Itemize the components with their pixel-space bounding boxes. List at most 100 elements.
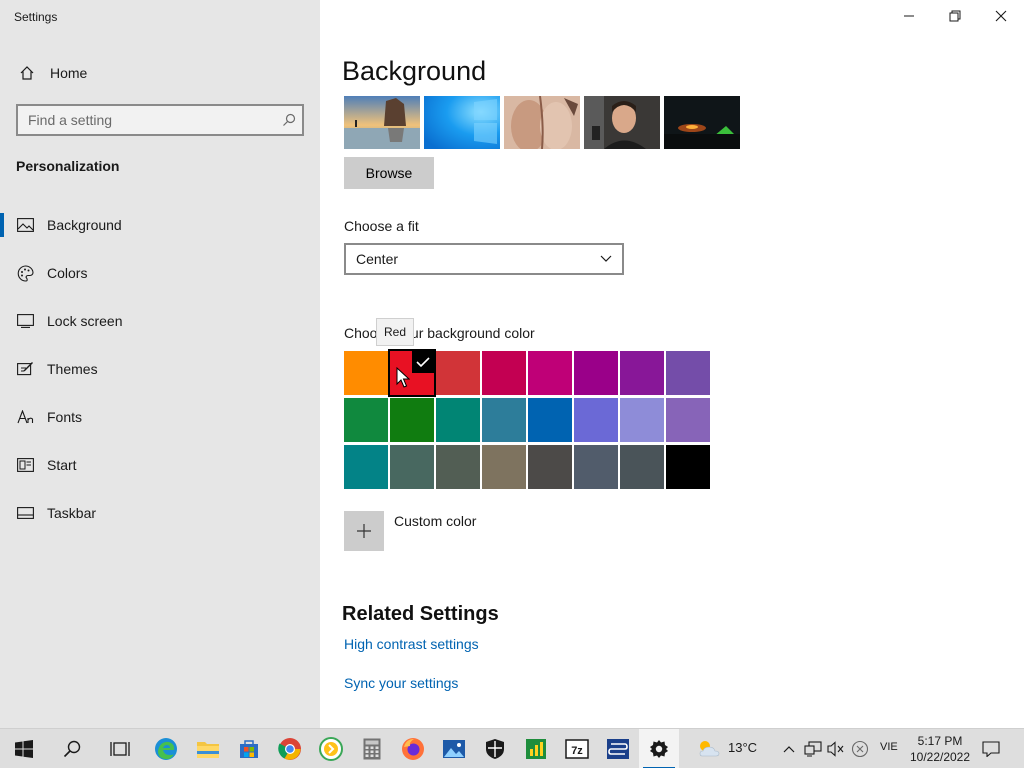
- sidebar: Settings Home Personalization Background…: [0, 0, 320, 728]
- start-button[interactable]: [4, 729, 44, 768]
- sidebar-item-start[interactable]: Start: [0, 445, 320, 485]
- browse-button[interactable]: Browse: [344, 157, 434, 189]
- network-icon[interactable]: [803, 739, 823, 759]
- sidebar-item-background[interactable]: Background: [0, 205, 320, 245]
- volume-muted-icon[interactable]: [826, 739, 846, 759]
- sidebar-item-fonts[interactable]: Fonts: [0, 397, 320, 437]
- color-swatch[interactable]: [620, 398, 664, 442]
- tooltip: Red: [376, 318, 414, 346]
- recent-image-night[interactable]: [664, 96, 740, 149]
- calculator-app[interactable]: [352, 729, 392, 768]
- chrome-app[interactable]: [270, 729, 310, 768]
- color-swatch[interactable]: [436, 398, 480, 442]
- recent-image-windows[interactable]: [424, 96, 500, 149]
- weather-temperature[interactable]: 13°C: [728, 740, 757, 755]
- color-swatch[interactable]: [620, 351, 664, 395]
- firefox-icon: [402, 738, 424, 760]
- minimize-button[interactable]: [886, 0, 932, 32]
- store-icon: [240, 740, 258, 758]
- app-green-icon: [526, 739, 546, 759]
- 7zip-app[interactable]: 7z: [557, 729, 597, 768]
- calculator-icon: [363, 738, 381, 760]
- custom-color-label: Custom color: [394, 513, 477, 529]
- clock[interactable]: 5:17 PM 10/22/2022: [906, 733, 974, 765]
- color-swatch[interactable]: [390, 445, 434, 489]
- color-swatch[interactable]: [482, 398, 526, 442]
- color-swatch[interactable]: [436, 351, 480, 395]
- custom-color-button[interactable]: [344, 511, 384, 551]
- photos-icon: [443, 740, 465, 758]
- status-x-icon[interactable]: [850, 739, 870, 759]
- notification-icon[interactable]: [981, 739, 1001, 759]
- search-input[interactable]: [18, 112, 276, 128]
- firefox-app[interactable]: [393, 729, 433, 768]
- clock-date: 10/22/2022: [909, 750, 971, 764]
- app-title: Settings: [14, 10, 58, 24]
- weather-icon[interactable]: [696, 739, 722, 759]
- coccoc-icon: [319, 737, 343, 761]
- close-button[interactable]: [978, 0, 1024, 32]
- restore-button[interactable]: [932, 0, 978, 32]
- clock-time: 5:17 PM: [917, 734, 963, 748]
- chevron-up-icon[interactable]: [779, 739, 799, 759]
- taskbar-search-button[interactable]: [52, 729, 92, 768]
- color-swatch[interactable]: [666, 351, 710, 395]
- sidebar-item-label: Fonts: [47, 409, 83, 425]
- windows-start-icon: [15, 740, 33, 758]
- color-swatch[interactable]: [344, 398, 388, 442]
- recent-image-portrait[interactable]: [584, 96, 660, 149]
- home-label: Home: [50, 65, 88, 81]
- coccoc-app[interactable]: [311, 729, 351, 768]
- sidebar-item-label: Taskbar: [47, 505, 97, 521]
- color-swatch[interactable]: [344, 445, 388, 489]
- color-swatch[interactable]: [390, 398, 434, 442]
- sidebar-item-lock-screen[interactable]: Lock screen: [0, 301, 320, 341]
- color-swatch[interactable]: [528, 351, 572, 395]
- color-swatch[interactable]: [666, 445, 710, 489]
- high-contrast-link[interactable]: High contrast settings: [344, 636, 479, 652]
- fonts-icon: [16, 408, 34, 426]
- fit-dropdown-value: Center: [356, 251, 399, 267]
- fit-dropdown[interactable]: Center: [344, 243, 624, 275]
- sidebar-item-label: Themes: [47, 361, 98, 377]
- settings-icon: [650, 740, 668, 758]
- color-swatch[interactable]: [574, 398, 618, 442]
- search-icon[interactable]: [276, 107, 302, 133]
- sidebar-item-colors[interactable]: Colors: [0, 253, 320, 293]
- green-app[interactable]: [516, 729, 556, 768]
- color-swatch[interactable]: [620, 445, 664, 489]
- sync-settings-link[interactable]: Sync your settings: [344, 675, 458, 691]
- sidebar-item-taskbar[interactable]: Taskbar: [0, 493, 320, 533]
- color-swatch[interactable]: [344, 351, 388, 395]
- task-view-button[interactable]: [100, 729, 140, 768]
- sidebar-item-themes[interactable]: Themes: [0, 349, 320, 389]
- chevron-down-icon: [600, 250, 612, 268]
- security-app[interactable]: [475, 729, 515, 768]
- checkmark-icon: [412, 351, 434, 373]
- color-swatch[interactable]: [666, 398, 710, 442]
- store-app[interactable]: [229, 729, 269, 768]
- network-app[interactable]: [598, 729, 638, 768]
- edge-app[interactable]: [146, 729, 186, 768]
- search-icon: [63, 740, 81, 758]
- home-nav-item[interactable]: Home: [0, 56, 320, 90]
- recent-image-beach[interactable]: [344, 96, 420, 149]
- settings-app[interactable]: [639, 729, 679, 768]
- language-indicator[interactable]: VIE: [880, 741, 898, 753]
- fit-label: Choose a fit: [344, 218, 419, 234]
- color-swatch[interactable]: [436, 445, 480, 489]
- color-swatch[interactable]: [574, 351, 618, 395]
- sidebar-item-label: Lock screen: [47, 313, 123, 329]
- color-swatch[interactable]: [574, 445, 618, 489]
- photos-app[interactable]: [434, 729, 474, 768]
- color-swatch[interactable]: [528, 445, 572, 489]
- color-swatch[interactable]: [482, 351, 526, 395]
- sidebar-item-label: Colors: [47, 265, 88, 281]
- color-swatch[interactable]: [482, 445, 526, 489]
- palette-icon: [16, 264, 34, 282]
- file-explorer-app[interactable]: [188, 729, 228, 768]
- recent-image-abstract[interactable]: [504, 96, 580, 149]
- color-swatch[interactable]: [528, 398, 572, 442]
- lock-screen-icon: [16, 312, 34, 330]
- sidebar-item-label: Start: [47, 457, 77, 473]
